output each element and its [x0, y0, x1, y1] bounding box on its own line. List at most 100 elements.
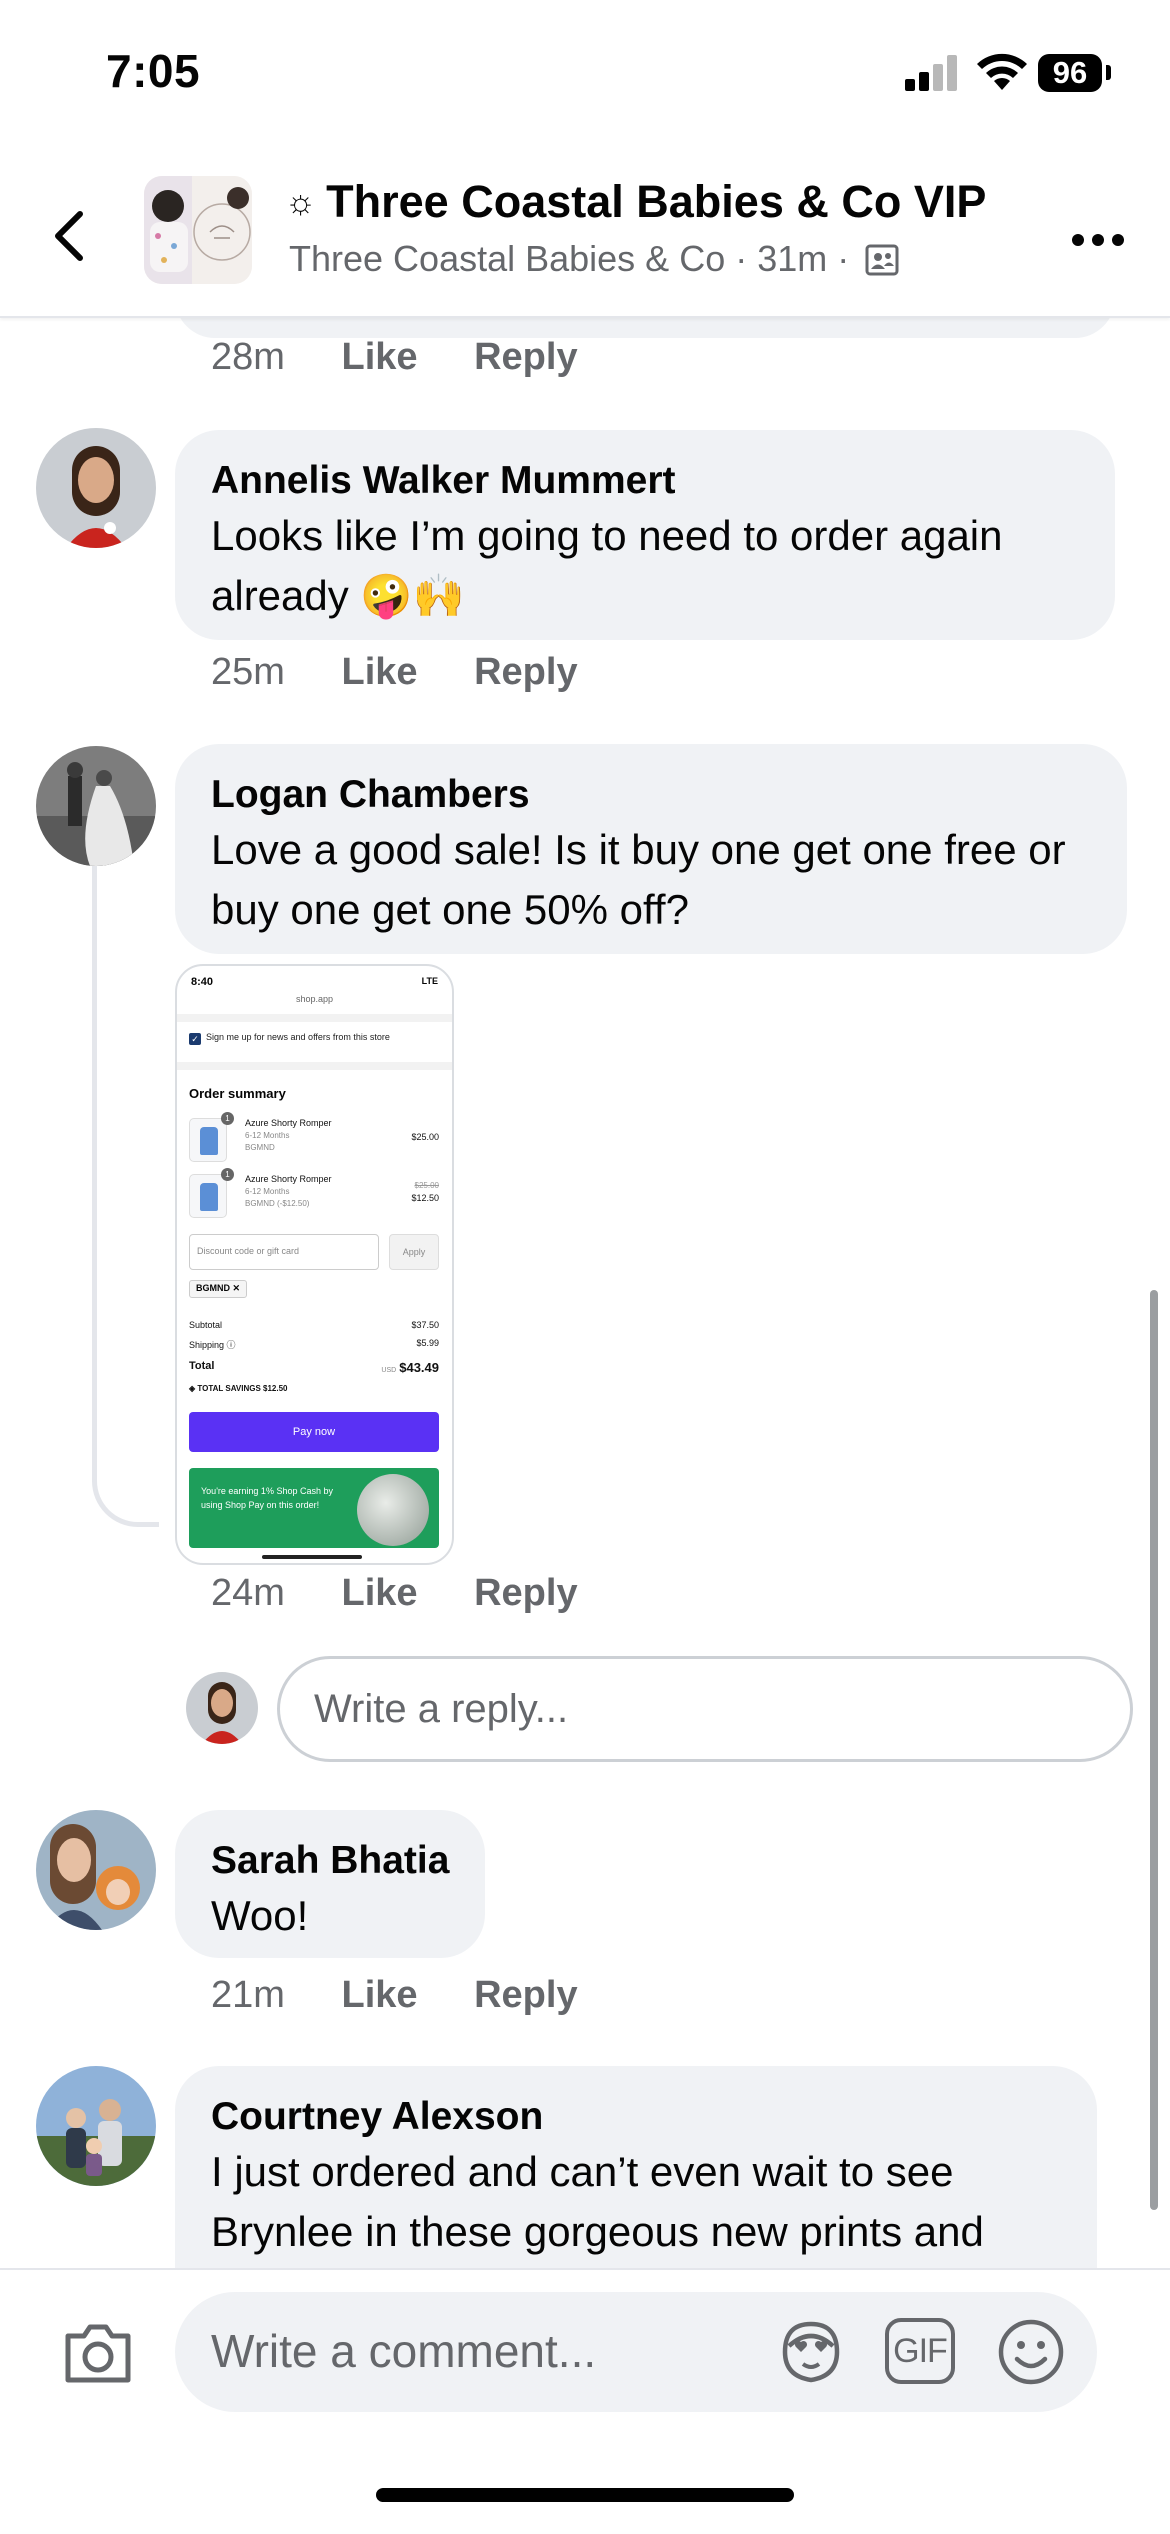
reply-button[interactable]: Reply: [474, 336, 577, 378]
scrollbar[interactable]: [1150, 1290, 1158, 2210]
item-code: BGMND (-$12.50): [245, 1199, 310, 1208]
shop-cash-banner: You're earning 1% Shop Cash by using Sho…: [189, 1468, 439, 1548]
group-logo-image: [144, 176, 252, 284]
avatar-image: [36, 2066, 156, 2186]
coin-icon: [357, 1474, 429, 1546]
avatar[interactable]: [36, 2066, 156, 2186]
camera-icon[interactable]: [62, 2322, 134, 2384]
comment-actions: 28m Like Reply: [211, 336, 624, 379]
wifi-icon: [977, 53, 1027, 90]
attachment-url: shop.app: [295, 994, 334, 1004]
like-button[interactable]: Like: [341, 651, 417, 693]
members-icon: [865, 244, 899, 276]
subtotal-row: Subtotal $37.50: [189, 1320, 439, 1330]
avatar[interactable]: [36, 428, 156, 548]
reply-button[interactable]: Reply: [474, 651, 577, 693]
comment-image-attachment[interactable]: 8:40 LTE shop.app ✓ Sign me up for news a…: [175, 964, 454, 1565]
attachment-home-indicator: [262, 1555, 362, 1559]
comment-author[interactable]: Courtney Alexson: [211, 2092, 1061, 2142]
comment-text: I just ordered and can’t even wait to se…: [211, 2148, 984, 2255]
home-indicator[interactable]: [376, 2488, 794, 2502]
item-size: 6-12 Months: [245, 1131, 290, 1140]
avatar[interactable]: [36, 746, 156, 866]
comment-bubble[interactable]: Annelis Walker Mummert Looks like I’m go…: [175, 430, 1115, 640]
applied-code-tag: BGMND ✕: [189, 1280, 248, 1298]
comment-author[interactable]: Sarah Bhatia: [211, 1836, 449, 1886]
order-summary-heading: Order summary: [189, 1086, 286, 1101]
like-button[interactable]: Like: [341, 1572, 417, 1614]
meta-separator: ·: [837, 238, 850, 279]
item-code: BGMND: [245, 1143, 275, 1152]
quantity-badge: 1: [221, 1168, 234, 1181]
discount-code-field: Discount code or gift card: [189, 1234, 379, 1270]
savings-row: ◈ TOTAL SAVINGS $12.50: [189, 1384, 288, 1393]
divider: [177, 1014, 452, 1022]
comment-author[interactable]: Logan Chambers: [211, 770, 1091, 820]
divider: [177, 1062, 452, 1070]
comment-time: 25m: [211, 651, 285, 693]
post-meta: Three Coastal Babies & Co · 31m ·: [289, 238, 899, 280]
group-avatar[interactable]: [144, 176, 252, 284]
status-time: 7:05: [106, 45, 201, 97]
previous-comment-bubble: [175, 318, 1115, 338]
shipping-row: Shipping ⓘ $5.99: [189, 1338, 439, 1350]
comment-time: 21m: [211, 1974, 285, 2016]
item-size: 6-12 Months: [245, 1187, 290, 1196]
total-row: Total USD $43.49: [189, 1360, 439, 1375]
comment-text: Woo!: [211, 1892, 309, 1939]
meta-separator: ·: [735, 238, 748, 279]
battery-level: 96: [1038, 54, 1102, 92]
gif-button[interactable]: GIF: [885, 2318, 955, 2384]
reply-button[interactable]: Reply: [474, 1572, 577, 1614]
reply-button[interactable]: Reply: [474, 1974, 577, 2016]
group-post-header: ☼ Three Coastal Babies & Co VIP Three Coa…: [0, 150, 1170, 318]
comment-feed[interactable]: 28m Like Reply Annelis Walker Mummert Lo…: [0, 318, 1170, 2268]
status-bar: 7:05 96: [0, 0, 1170, 150]
cellular-signal-icon: [905, 55, 959, 91]
avatar-image: [36, 428, 156, 548]
comment-placeholder: Write a comment...: [211, 2325, 597, 2377]
apply-button: Apply: [389, 1234, 439, 1270]
avatar-image: [36, 1810, 156, 1930]
group-name[interactable]: ☼ Three Coastal Babies & Co VIP: [285, 176, 986, 228]
comment-bubble[interactable]: Sarah Bhatia Woo!: [175, 1810, 485, 1958]
page-name[interactable]: Three Coastal Babies & Co: [289, 238, 725, 279]
reply-input[interactable]: Write a reply...: [277, 1656, 1133, 1762]
item-name: Azure Shorty Romper: [245, 1118, 332, 1128]
comment-actions: 24m Like Reply: [211, 1572, 624, 1615]
order-item: 1 Azure Shorty Romper 6-12 Months BGMND …: [189, 1112, 439, 1168]
newsletter-label: Sign me up for news and offers from this…: [206, 1032, 390, 1042]
item-price: $25.00: [411, 1132, 439, 1142]
comment-time: 28m: [211, 336, 285, 378]
avatar[interactable]: [36, 1810, 156, 1930]
avatar-image: [186, 1672, 258, 1744]
post-age: 31m: [757, 238, 828, 279]
attachment-status-time: 8:40: [191, 976, 214, 988]
reply-thread-line: [92, 866, 159, 1527]
romper-thumbnail: [189, 1174, 227, 1218]
my-avatar: [186, 1672, 258, 1744]
like-button[interactable]: Like: [341, 336, 417, 378]
pay-now-button: Pay now: [189, 1412, 439, 1452]
more-horizontal-icon[interactable]: [1070, 230, 1126, 250]
comment-text: Looks like I’m going to need to order ag…: [211, 512, 1003, 619]
emoji-icon[interactable]: [995, 2316, 1067, 2388]
sun-icon: ☼: [285, 183, 317, 221]
order-item: 1 Azure Shorty Romper 6-12 Months BGMND …: [189, 1168, 439, 1224]
battery-tip: [1106, 65, 1111, 80]
avatar-image: [36, 746, 156, 866]
newsletter-checkbox: ✓ Sign me up for news and offers from thi…: [189, 1032, 390, 1045]
comment-time: 24m: [211, 1572, 285, 1614]
sticker-icon[interactable]: [775, 2316, 847, 2388]
comment-bubble[interactable]: Courtney Alexson I just ordered and can’…: [175, 2066, 1097, 2268]
comment-bubble[interactable]: Logan Chambers Love a good sale! Is it b…: [175, 744, 1127, 954]
item-price: $12.50: [411, 1193, 439, 1203]
romper-thumbnail: [189, 1118, 227, 1162]
comment-author[interactable]: Annelis Walker Mummert: [211, 456, 1079, 506]
like-button[interactable]: Like: [341, 1974, 417, 2016]
comment-input[interactable]: Write a comment... GIF: [175, 2292, 1097, 2412]
chevron-left-icon[interactable]: [48, 208, 92, 264]
comment-actions: 21m Like Reply: [211, 1974, 624, 2017]
attachment-network: LTE: [421, 976, 438, 986]
item-original-price: $25.00: [414, 1181, 439, 1190]
